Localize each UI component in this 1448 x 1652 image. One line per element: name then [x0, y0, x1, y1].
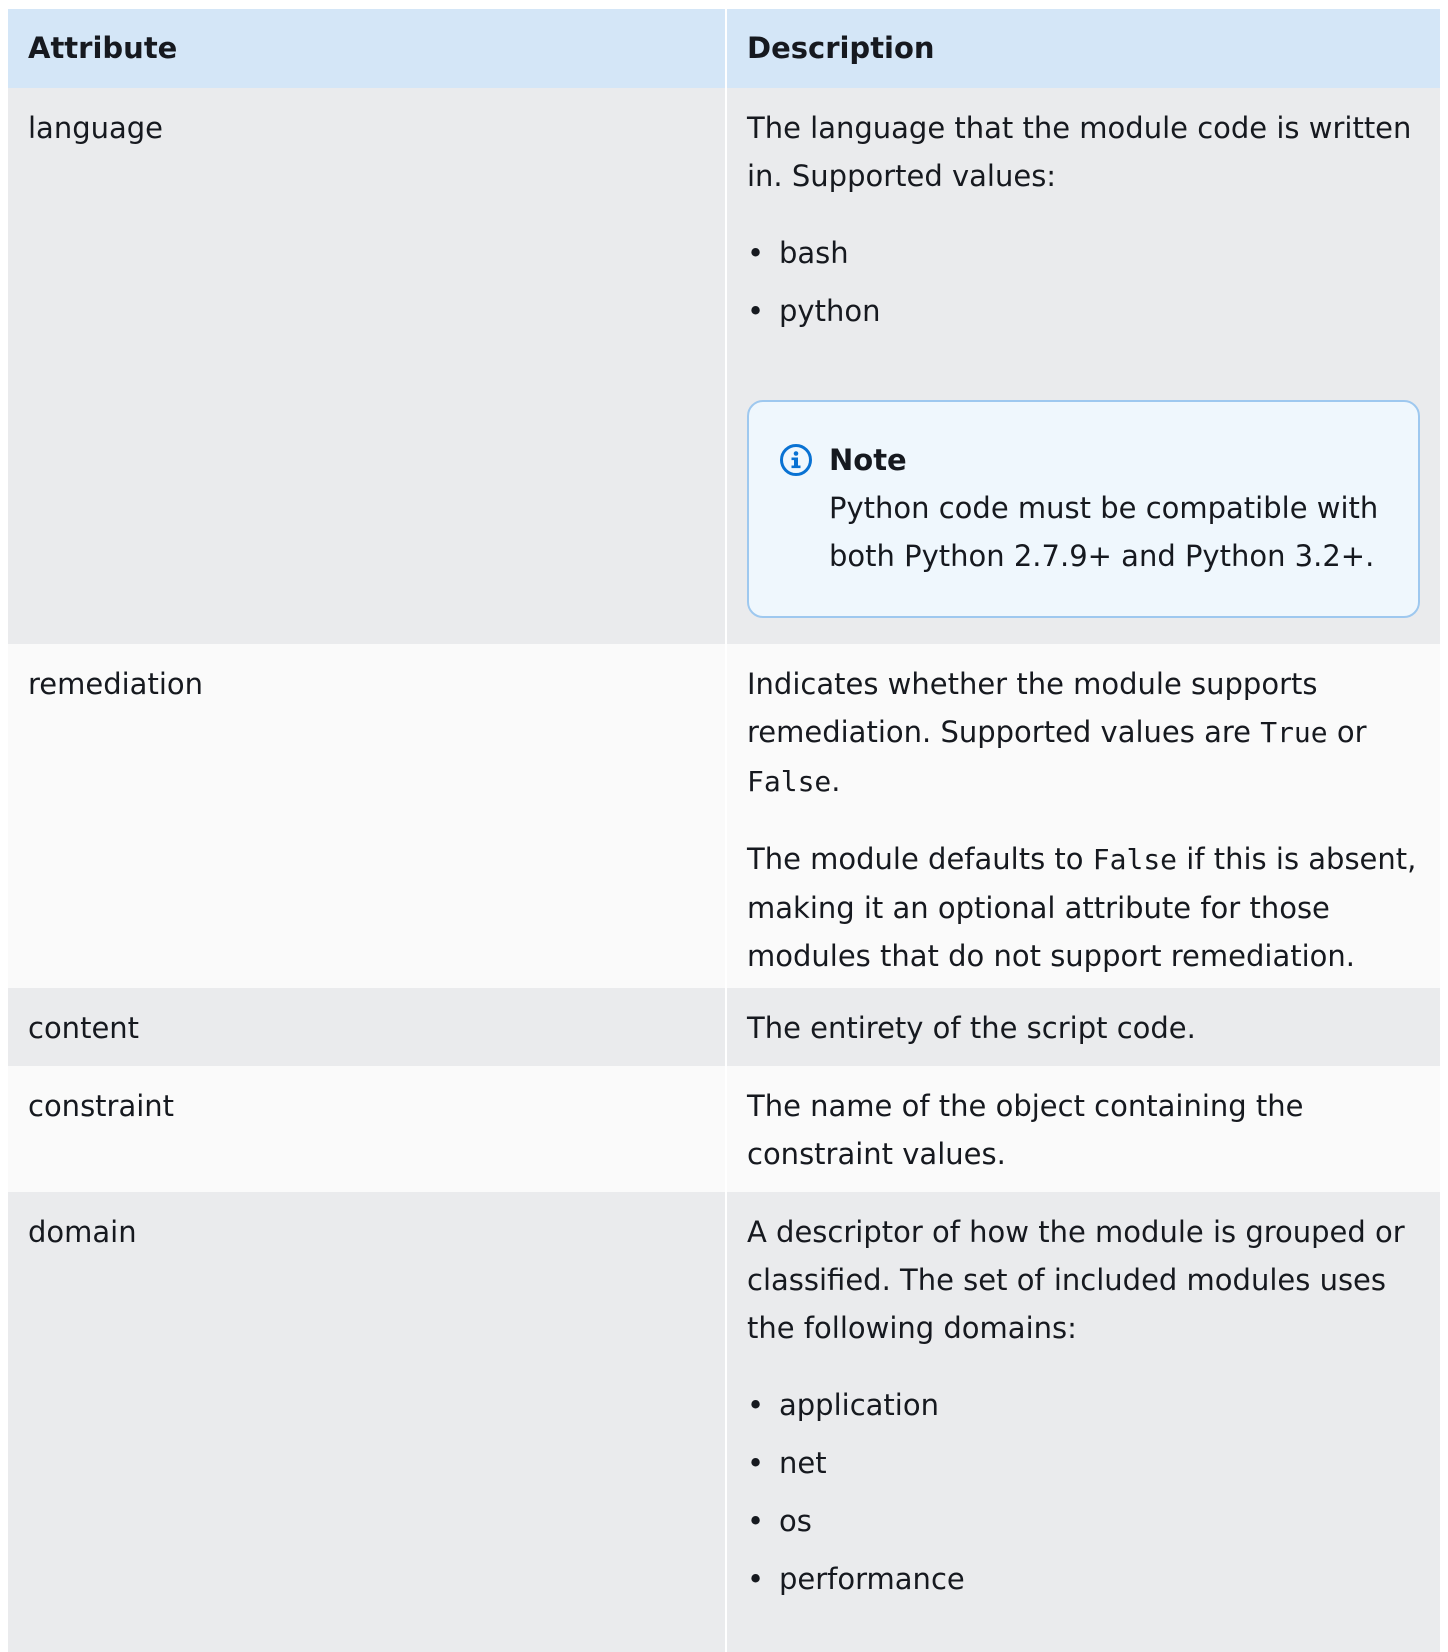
text-segment: Indicates whether the module supports re… [747, 667, 1318, 749]
description-cell: Indicates whether the module supports re… [726, 644, 1440, 988]
text-segment: . [831, 764, 841, 798]
table-row: language The language that the module co… [8, 88, 1440, 644]
attribute-name: language [28, 111, 164, 145]
attribute-name: remediation [28, 667, 204, 701]
attribute-cell: language [8, 88, 727, 644]
code-value: True [1260, 716, 1328, 749]
header-description: Description [726, 9, 1440, 88]
attributes-table: Attribute Description language The langu… [8, 9, 1440, 1652]
note-body: Python code must be compatible with both… [829, 491, 1379, 573]
list-item: os [747, 1492, 1420, 1550]
code-value: False [747, 765, 832, 798]
values-list: application net os performance [747, 1376, 1420, 1608]
attribute-name: constraint [28, 1089, 175, 1123]
header-attribute: Attribute [8, 9, 727, 88]
code-value: False [1092, 843, 1178, 876]
description-cell: The name of the object containing the co… [726, 1066, 1440, 1192]
values-list: bash python [747, 224, 1420, 340]
description-text: The module defaults to False if this is … [747, 835, 1420, 980]
description-cell: The entirety of the script code. [726, 988, 1440, 1066]
attribute-cell: domain [8, 1192, 727, 1652]
list-item: application [747, 1376, 1420, 1434]
note-title: Note [829, 443, 907, 477]
description-text: The language that the module code is wri… [747, 111, 1412, 193]
attribute-cell: remediation [8, 644, 727, 988]
description-text: The name of the object containing the co… [747, 1089, 1304, 1171]
list-item: performance [747, 1550, 1420, 1608]
table-row: domain A descriptor of how the module is… [8, 1192, 1440, 1652]
table-header-row: Attribute Description [8, 9, 1440, 88]
table-row: content The entirety of the script code. [8, 988, 1440, 1066]
attribute-cell: constraint [8, 1066, 727, 1192]
description-cell: A descriptor of how the module is groupe… [726, 1192, 1440, 1652]
table-row: constraint The name of the object contai… [8, 1066, 1440, 1192]
attribute-name: content [28, 1011, 140, 1045]
table-row: remediation Indicates whether the module… [8, 644, 1440, 988]
note-callout: Note Python code must be compatible with… [747, 400, 1420, 618]
attribute-cell: content [8, 988, 727, 1066]
note-header: Note [779, 436, 1388, 484]
description-text: The entirety of the script code. [747, 1011, 1196, 1045]
list-item: net [747, 1434, 1420, 1492]
list-item: python [747, 282, 1420, 340]
text-segment: The module defaults to [747, 842, 1093, 876]
text-segment: or [1327, 715, 1367, 749]
info-icon [780, 444, 812, 476]
list-item: bash [747, 224, 1420, 282]
description-cell: The language that the module code is wri… [726, 88, 1440, 644]
description-text: A descriptor of how the module is groupe… [747, 1215, 1405, 1345]
description-text: Indicates whether the module supports re… [747, 660, 1420, 806]
attribute-name: domain [28, 1215, 137, 1249]
